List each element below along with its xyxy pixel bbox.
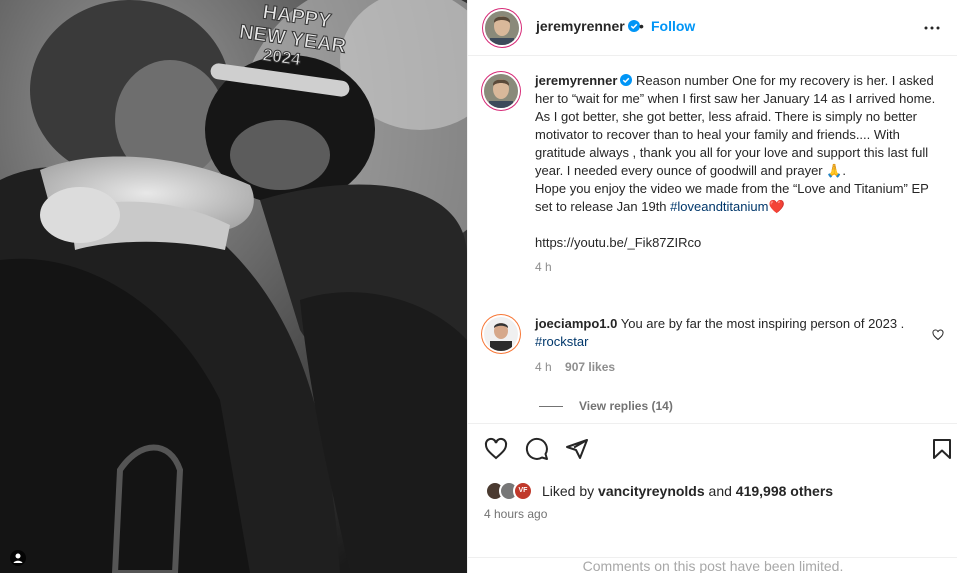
post-photo[interactable]: HAPPY NEW YEAR 2024 bbox=[0, 0, 467, 573]
post-actions: VF Liked by vancityreynolds and 419,998 … bbox=[468, 423, 957, 573]
commenter-username[interactable]: joeciampo1.0 bbox=[535, 316, 617, 331]
comment-meta: 4 h 907 likes bbox=[535, 360, 954, 374]
author-username[interactable]: jeremyrenner bbox=[536, 18, 640, 34]
youtube-link[interactable]: https://youtu.be/_Fik87ZIRco bbox=[535, 235, 701, 250]
comment-item: joeciampo1.0 You are by far the most ins… bbox=[484, 315, 954, 374]
comment-icon[interactable] bbox=[525, 437, 549, 461]
comment-heart-icon[interactable] bbox=[932, 329, 944, 341]
commenter-avatar[interactable] bbox=[484, 317, 518, 351]
comment-body: You are by far the most inspiring person… bbox=[617, 316, 905, 331]
view-replies-label[interactable]: View replies (14) bbox=[579, 399, 673, 413]
caption-text: jeremyrenner Reason number One for my re… bbox=[535, 72, 946, 252]
follow-button[interactable]: Follow bbox=[651, 18, 695, 34]
comment-text: joeciampo1.0 You are by far the most ins… bbox=[535, 315, 925, 351]
liked-by-user[interactable]: vancityreynolds bbox=[598, 483, 705, 499]
caption-time[interactable]: 4 h bbox=[535, 260, 946, 274]
post-image: HAPPY NEW YEAR 2024 bbox=[0, 0, 467, 573]
post-time[interactable]: 4 hours ago bbox=[484, 507, 547, 521]
heart-icon[interactable] bbox=[484, 437, 508, 461]
more-options-icon[interactable] bbox=[920, 16, 944, 40]
caption-avatar[interactable] bbox=[484, 74, 518, 108]
view-replies-button[interactable]: View replies (14) bbox=[539, 399, 673, 413]
liked-by-and: and bbox=[704, 483, 736, 499]
liked-by-text: Liked by vancityreynolds and 419,998 oth… bbox=[542, 483, 833, 499]
post-caption: jeremyrenner Reason number One for my re… bbox=[484, 72, 946, 274]
caption-username[interactable]: jeremyrenner bbox=[535, 73, 617, 88]
liked-by-prefix: Liked by bbox=[542, 483, 599, 499]
separator-dot: • bbox=[639, 18, 644, 34]
author-avatar[interactable] bbox=[485, 11, 519, 45]
post-sidebar: jeremyrenner • Follow jeremyrenner Reaso… bbox=[467, 0, 957, 573]
liker-avatar-3: VF bbox=[513, 481, 533, 501]
bookmark-icon[interactable] bbox=[930, 437, 954, 461]
comments-limited-notice: Comments on this post have been limited. bbox=[468, 557, 957, 573]
post-header: jeremyrenner • Follow bbox=[468, 0, 957, 56]
heart-emoji: ❤️ bbox=[768, 199, 785, 214]
author-username-text[interactable]: jeremyrenner bbox=[536, 18, 625, 34]
replies-line bbox=[539, 406, 563, 408]
verified-badge-icon bbox=[620, 74, 633, 86]
caption-body-1: Reason number One for my recovery is her… bbox=[535, 73, 936, 178]
verified-badge-icon bbox=[627, 20, 640, 32]
comment-time[interactable]: 4 h bbox=[535, 360, 552, 374]
user-tag-icon[interactable] bbox=[10, 550, 26, 566]
liked-by-count[interactable]: 419,998 others bbox=[736, 483, 833, 499]
comment-likes[interactable]: 907 likes bbox=[565, 360, 615, 374]
comment-hashtag[interactable]: #rockstar bbox=[535, 334, 588, 349]
share-icon[interactable] bbox=[565, 437, 589, 461]
hashtag-link[interactable]: #loveandtitanium bbox=[670, 199, 768, 214]
